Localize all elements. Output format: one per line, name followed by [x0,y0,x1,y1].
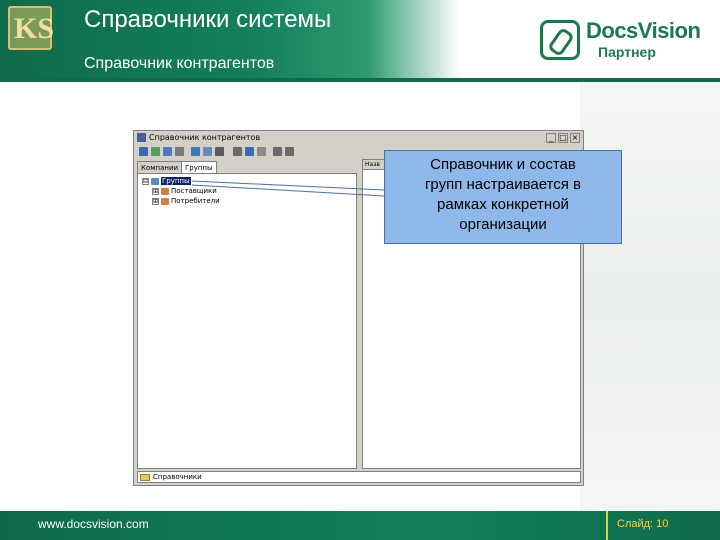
ks-logo: KS [8,6,55,50]
tab-groups[interactable]: Группы [181,161,217,173]
people-icon [161,197,169,205]
slide-number: Слайд: 10 [617,518,669,530]
footer-accent [606,511,608,540]
tree-item-consumers[interactable]: ⊞ Потребители [152,197,220,206]
tree-item-label: Группы [161,177,191,185]
slide-header: KS Справочники системы Справочник контра… [0,0,720,82]
maximize-button[interactable]: □ [558,133,568,143]
callout-line-3: рамках конкретной [437,196,569,213]
expand-icon[interactable]: ⊞ [152,197,159,205]
slide-subtitle: Справочник контрагентов [84,55,275,72]
slide-footer: www.docsvision.com Слайд: 10 [0,511,720,540]
add-icon[interactable] [151,147,160,156]
docsvision-logo: DocsVision Партнер [540,18,708,64]
group-icon [151,177,159,185]
tree-icon[interactable] [245,147,254,156]
navigation-bar[interactable]: Справочники [137,471,581,483]
callout-line-2: групп настраивается в [424,176,582,193]
expand-icon[interactable]: ⊞ [152,187,159,195]
navigation-label: Справочники [153,473,202,481]
callout-box: Справочник и состав групп настраивается … [384,150,622,244]
search-icon[interactable] [257,147,266,156]
tab-companies[interactable]: Компании [137,161,183,173]
back-icon[interactable] [139,147,148,156]
edit-icon[interactable] [163,147,172,156]
close-button[interactable]: × [570,133,580,143]
tree-item-suppliers[interactable]: ⊞ Поставщики [152,187,217,196]
copy-icon[interactable] [203,147,212,156]
window-title: Справочник контрагентов [149,133,261,142]
callout-line-4: организации [459,216,547,233]
paste-icon[interactable] [215,147,224,156]
tree-pane[interactable]: ⊟ Группы ⊞ Поставщики ⊞ Потребители [137,173,357,469]
minimize-button[interactable]: _ [546,133,556,143]
tree-item-label: Поставщики [171,187,217,195]
people-icon [161,187,169,195]
refresh-icon[interactable] [191,147,200,156]
delete-icon[interactable] [175,147,184,156]
footer-url: www.docsvision.com [38,517,149,531]
window-titlebar[interactable]: Справочник контрагентов _ □ × [135,132,582,144]
move-icon[interactable] [285,147,294,156]
callout-line-1: Справочник и состав [430,156,576,173]
collapse-icon[interactable]: ⊟ [142,177,149,185]
slide-title: Справочники системы [84,6,332,33]
app-icon [137,133,146,142]
ks-logo-text: KS [14,12,55,45]
background-decor [580,82,720,512]
brand-tagline: Партнер [598,44,656,60]
paperclip-icon [540,20,580,60]
tree-item-label: Потребители [171,197,220,205]
brand-name: DocsVision [586,18,701,43]
tree-item-groups[interactable]: ⊟ Группы [142,177,191,186]
filter-icon[interactable] [233,147,242,156]
properties-icon[interactable] [273,147,282,156]
folder-icon [140,474,150,481]
